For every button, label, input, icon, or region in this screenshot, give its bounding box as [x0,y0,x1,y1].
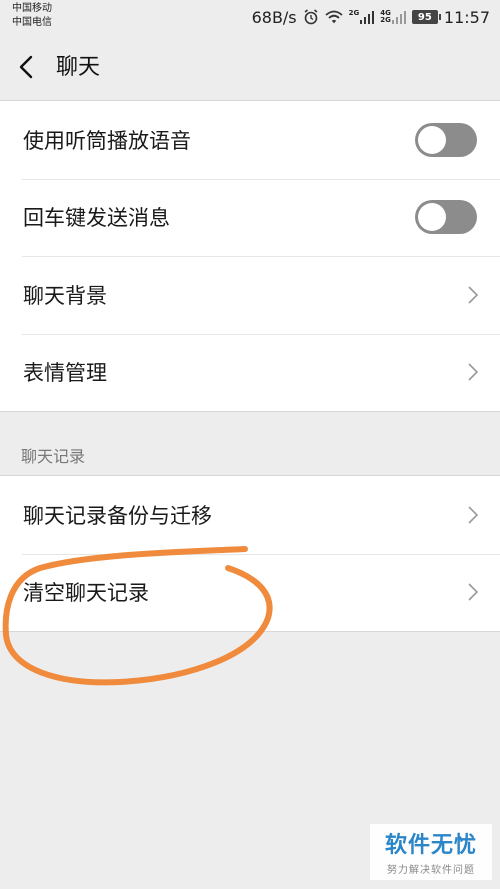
page-title: 聊天 [56,55,101,80]
chevron-right-icon [468,583,479,601]
clock: 11:57 [443,7,490,27]
app-header: 聊天 [0,34,500,100]
status-indicators: 68B/s 2G 4G 2G 95 11:57 [252,6,490,28]
signal-2: 4G 2G [380,10,406,24]
enter-send-toggle[interactable] [415,200,477,235]
setting-backup-migrate[interactable]: 聊天记录备份与迁移 [0,476,500,554]
setting-label: 清空聊天记录 [23,581,149,606]
alarm-icon [304,9,318,25]
chevron-right-icon [468,363,479,381]
carrier-1: 中国移动 [12,3,52,14]
group-divider [0,411,500,412]
setting-sticker-management[interactable]: 表情管理 [0,333,500,412]
chevron-right-icon [468,506,479,524]
signal-2-label-bottom: 2G [380,16,391,24]
watermark-main: 软件无忧 [384,833,477,858]
watermark-sub: 努力解决软件问题 [387,865,475,876]
setting-earpiece-playback[interactable]: 使用听筒播放语音 [0,101,500,179]
setting-clear-history[interactable]: 清空聊天记录 [0,553,500,632]
carrier-2: 中国电信 [12,17,52,28]
net-speed: 68B/s [251,7,297,27]
signal-1: 2G [349,10,375,24]
setting-label: 聊天记录备份与迁移 [23,503,212,528]
section-title-chat-history: 聊天记录 [21,447,86,466]
watermark: 软件无忧 努力解决软件问题 [370,824,492,880]
carrier-info: 中国移动 中国电信 [12,2,52,30]
group-divider [0,631,500,632]
setting-label: 聊天背景 [23,283,107,308]
setting-label: 使用听筒播放语音 [23,128,191,153]
chat-history-group: 聊天记录备份与迁移 清空聊天记录 [0,476,500,631]
earpiece-toggle[interactable] [415,122,477,157]
setting-label: 表情管理 [23,361,107,386]
wifi-icon [325,10,343,24]
battery-icon: 95 [411,10,441,24]
toggle-knob [418,203,446,232]
signal-1-label: 2G [348,9,360,17]
setting-chat-background[interactable]: 聊天背景 [0,256,500,334]
back-arrow-icon[interactable] [14,52,40,82]
status-bar: 中国移动 中国电信 68B/s 2G 4G 2G 95 11:57 [0,0,500,34]
signal-bars-icon [360,10,375,24]
toggle-knob [418,125,446,154]
setting-enter-to-send[interactable]: 回车键发送消息 [0,178,500,257]
signal-bars-icon [391,10,406,24]
chevron-right-icon [468,286,479,304]
setting-label: 回车键发送消息 [23,206,170,231]
chat-settings-group: 使用听筒播放语音 回车键发送消息 聊天背景 表情管理 [0,101,500,411]
